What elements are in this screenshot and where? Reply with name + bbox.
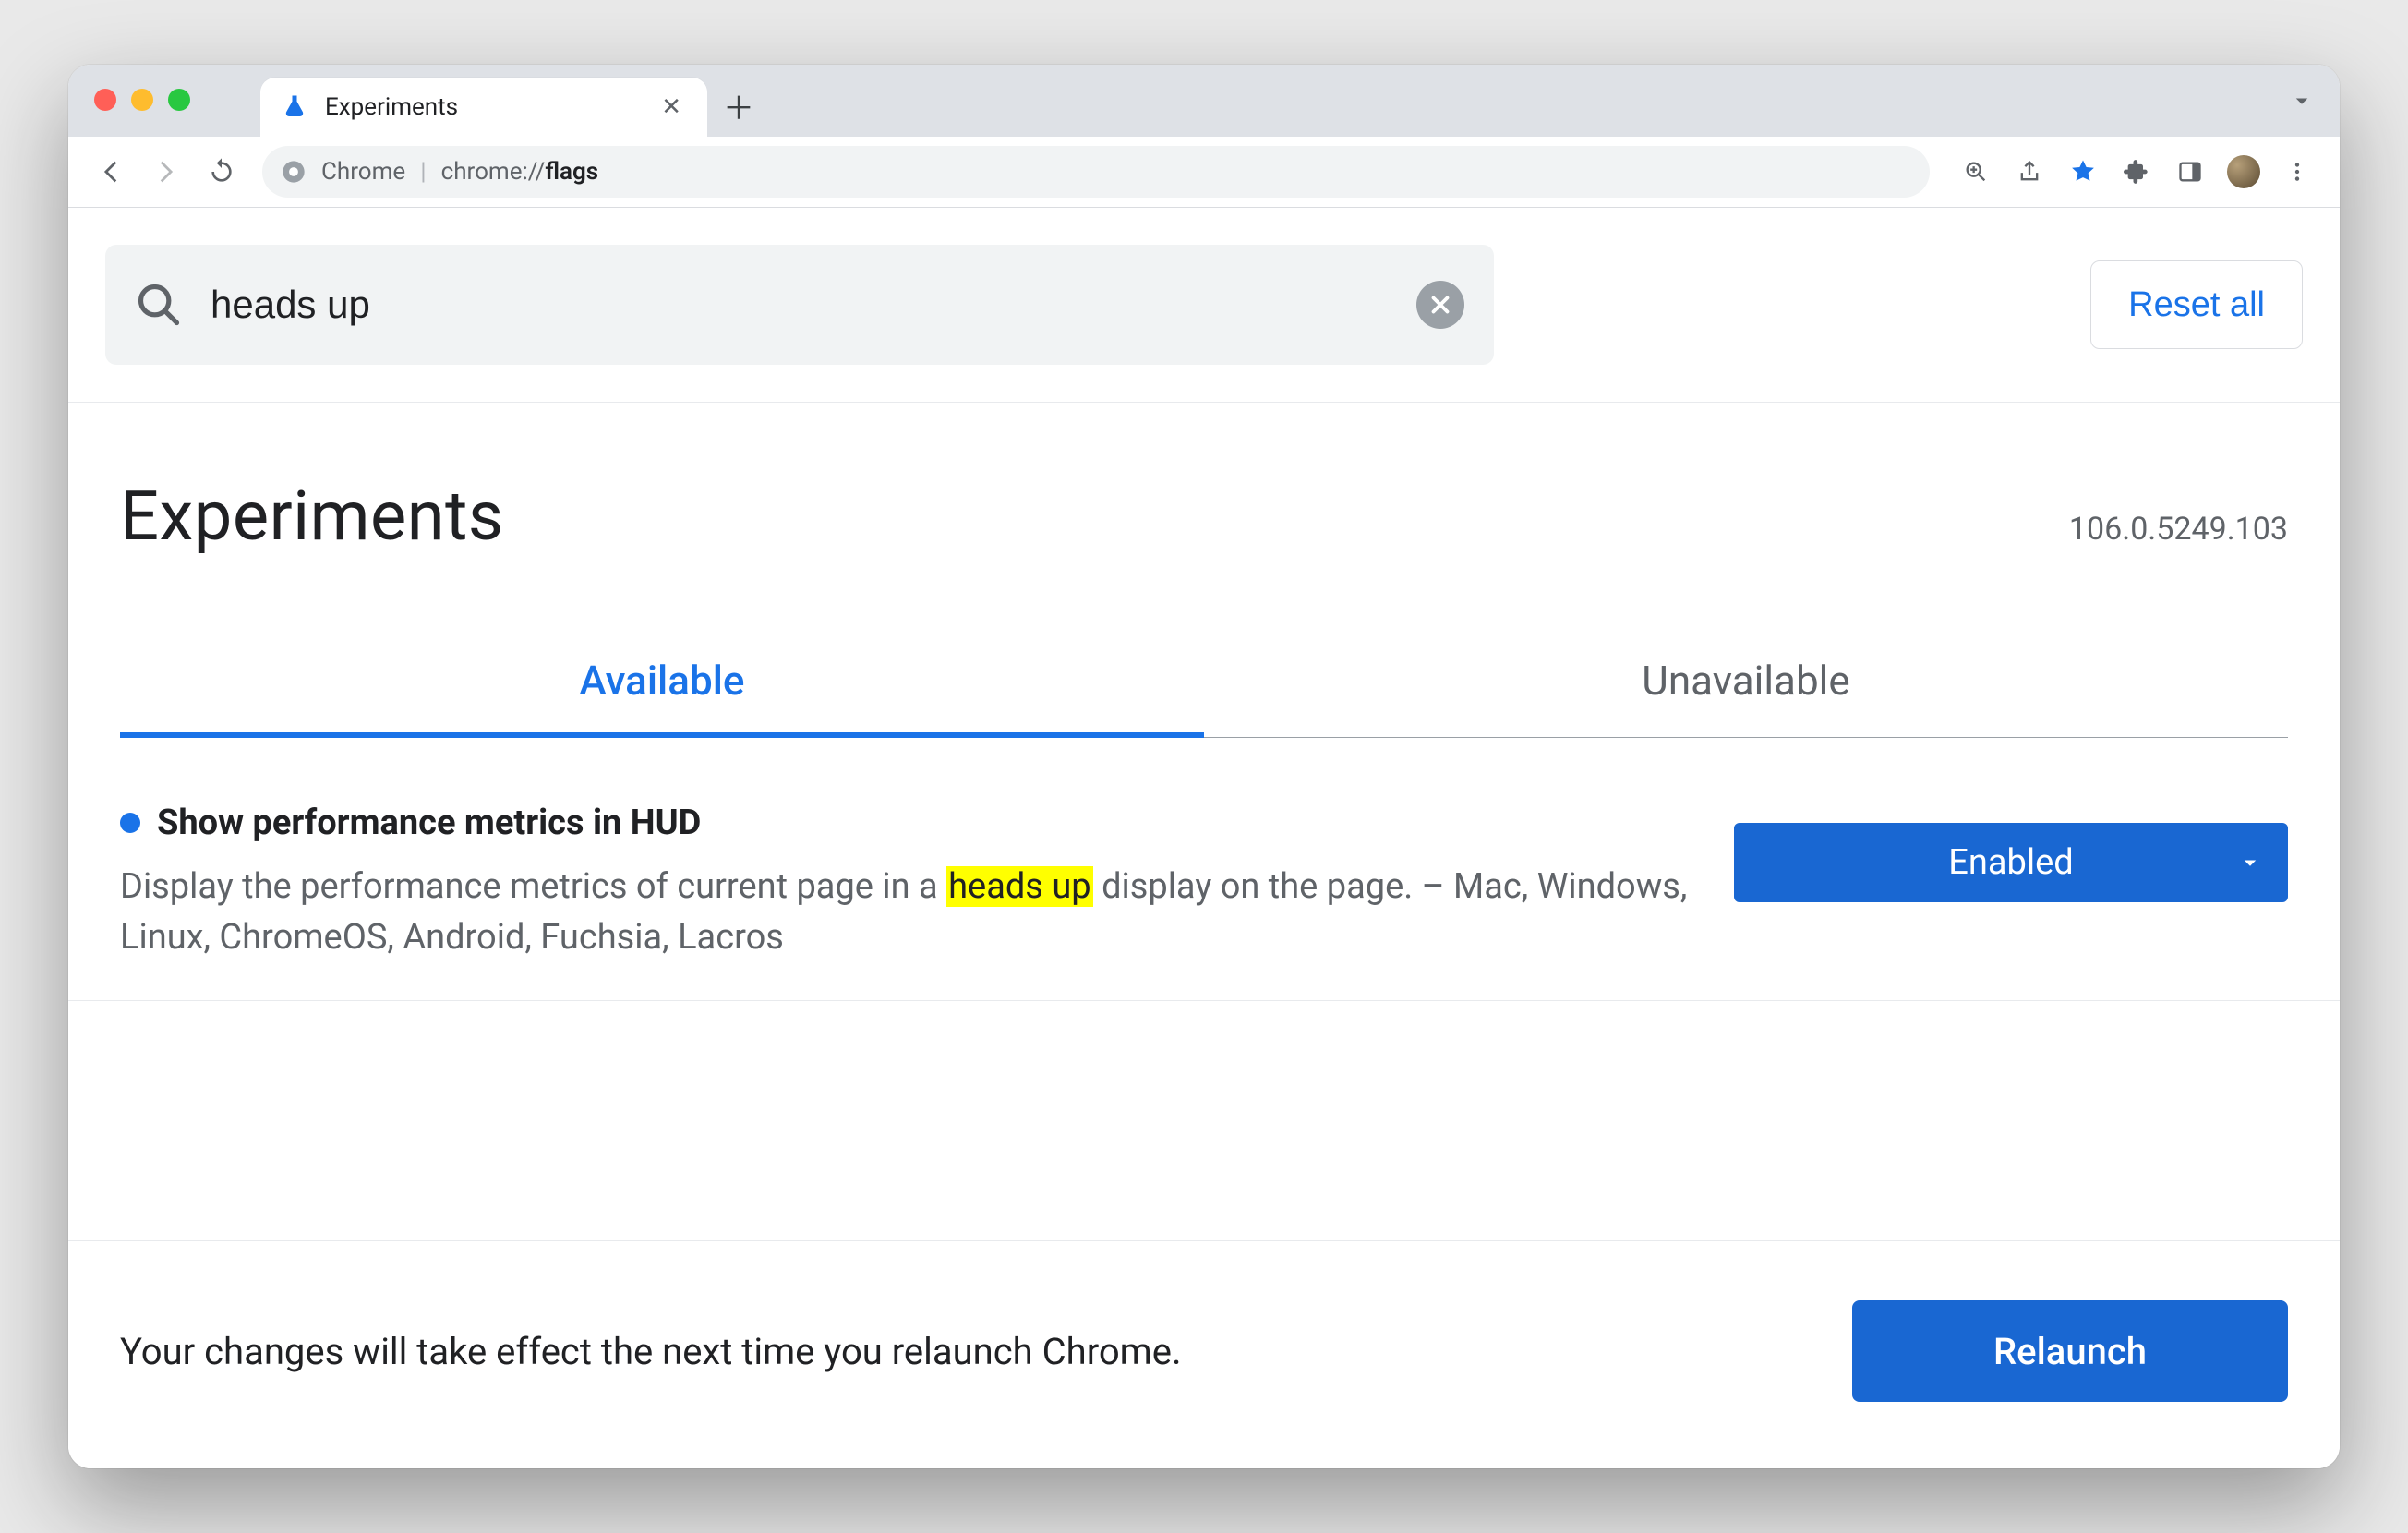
url-separator: | [420, 158, 426, 186]
window-controls [94, 89, 190, 111]
relaunch-bar: Your changes will take effect the next t… [68, 1240, 2340, 1468]
flag-info: Show performance metrics in HUD Display … [120, 803, 1697, 963]
url-origin-label: Chrome [321, 158, 405, 186]
flag-description: Display the performance metrics of curre… [120, 862, 1697, 963]
flag-state-select[interactable]: Enabled [1734, 823, 2288, 902]
search-icon [135, 281, 183, 329]
extensions-icon[interactable] [2113, 148, 2161, 196]
flag-title-row: Show performance metrics in HUD [120, 803, 1697, 843]
forward-button[interactable] [142, 148, 190, 196]
titlebar: Experiments ✕ ＋ [68, 65, 2340, 137]
bookmark-star-icon[interactable] [2059, 148, 2107, 196]
tab-overflow-icon[interactable] [2288, 87, 2316, 115]
chrome-version: 106.0.5249.103 [2069, 511, 2288, 548]
toolbar-actions [1952, 148, 2321, 196]
reload-button[interactable] [198, 148, 246, 196]
flag-title: Show performance metrics in HUD [157, 803, 701, 843]
new-tab-button[interactable]: ＋ [720, 87, 757, 124]
tab-available[interactable]: Available [120, 629, 1204, 738]
flag-desc-highlight: heads up [946, 866, 1093, 907]
relaunch-message: Your changes will take effect the next t… [120, 1330, 1182, 1373]
close-tab-icon[interactable]: ✕ [656, 90, 687, 125]
address-bar[interactable]: Chrome | chrome://flags [262, 146, 1930, 198]
flag-state-value: Enabled [1948, 842, 2073, 883]
flag-desc-before: Display the performance metrics of curre… [120, 866, 946, 907]
page-content: Reset all Experiments 106.0.5249.103 Ava… [68, 208, 2340, 1468]
chevron-down-icon [2236, 849, 2264, 876]
maximize-window-button[interactable] [168, 89, 190, 111]
flask-icon [281, 93, 308, 121]
minimize-window-button[interactable] [131, 89, 153, 111]
url-scheme: chrome:// [441, 158, 546, 186]
tab-title: Experiments [325, 93, 639, 121]
modified-dot-icon [120, 813, 140, 833]
flags-search-box [105, 245, 1494, 365]
page-header: Experiments 106.0.5249.103 [68, 403, 2340, 566]
profile-avatar[interactable] [2220, 148, 2268, 196]
browser-window: Experiments ✕ ＋ Chrome | chrome://flags [68, 65, 2340, 1468]
flag-row: Show performance metrics in HUD Display … [68, 738, 2340, 1001]
tab-unavailable[interactable]: Unavailable [1204, 629, 2288, 738]
url-path: flags [545, 158, 598, 186]
url-text: chrome://flags [441, 158, 599, 186]
toolbar: Chrome | chrome://flags [68, 137, 2340, 208]
flags-search-input[interactable] [209, 282, 1391, 328]
side-panel-icon[interactable] [2166, 148, 2214, 196]
relaunch-button[interactable]: Relaunch [1852, 1300, 2288, 1402]
back-button[interactable] [87, 148, 135, 196]
search-row: Reset all [68, 208, 2340, 403]
chrome-icon [281, 159, 307, 185]
clear-search-icon[interactable] [1416, 281, 1464, 329]
share-icon[interactable] [2005, 148, 2053, 196]
kebab-menu-icon[interactable] [2273, 148, 2321, 196]
browser-tab[interactable]: Experiments ✕ [260, 78, 707, 137]
flags-tabs: Available Unavailable [120, 629, 2288, 738]
reset-all-button[interactable]: Reset all [2090, 260, 2303, 349]
close-window-button[interactable] [94, 89, 116, 111]
zoom-icon[interactable] [1952, 148, 2000, 196]
page-title: Experiments [120, 477, 504, 557]
